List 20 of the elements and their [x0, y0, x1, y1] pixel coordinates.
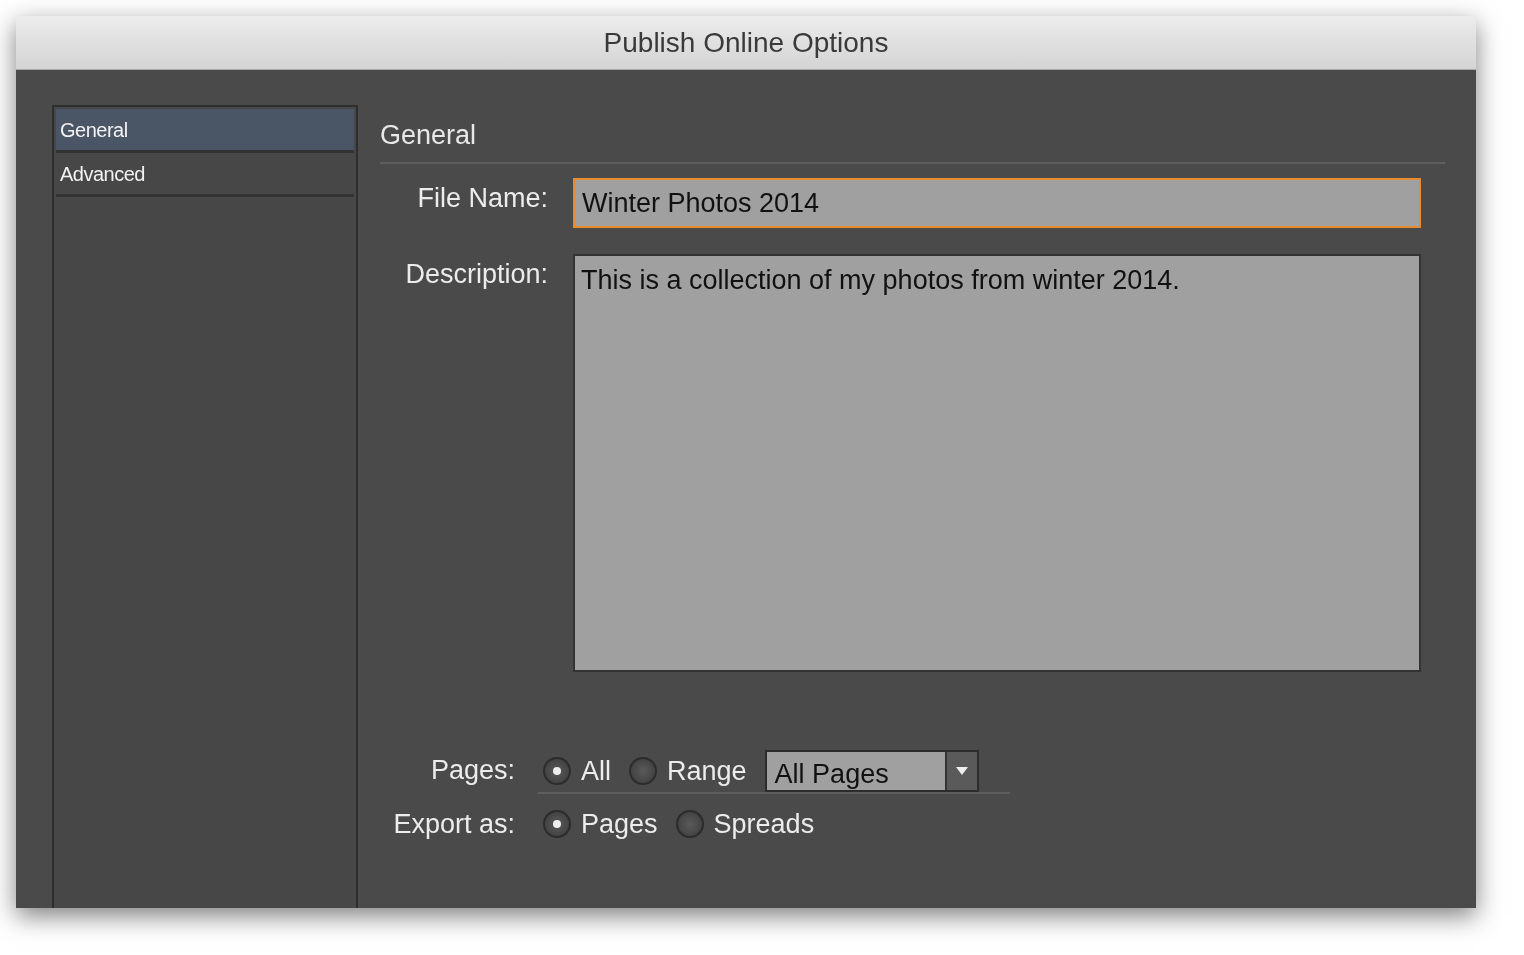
file-name-label: File Name: [416, 181, 548, 215]
export-as-label: Export as: [392, 808, 515, 841]
radio-button[interactable] [675, 810, 704, 839]
description-label: Description: [404, 258, 548, 291]
radio-option[interactable]: Spreads [675, 804, 815, 845]
sidebar-item[interactable]: Advanced [56, 153, 354, 197]
range-dropdown[interactable]: All Pages [764, 750, 979, 792]
radio-option[interactable]: All [543, 750, 611, 792]
radio-button[interactable] [629, 757, 657, 785]
pages-label: Pages: [429, 754, 515, 787]
radio-option[interactable]: Range [629, 750, 747, 792]
description-field[interactable]: This is a collection of my photos from winter 2014. [573, 254, 1421, 672]
radio-button[interactable] [543, 757, 571, 785]
caret-icon [954, 766, 969, 776]
radio-button[interactable] [543, 810, 571, 839]
radio-option[interactable]: Pages [543, 804, 658, 845]
window-title: Publish Online Options [603, 25, 889, 60]
file-name-field[interactable]: Winter Photos 2014 [573, 177, 1421, 228]
section-title: General [380, 105, 1445, 164]
sidebar-item[interactable]: General [56, 109, 354, 153]
